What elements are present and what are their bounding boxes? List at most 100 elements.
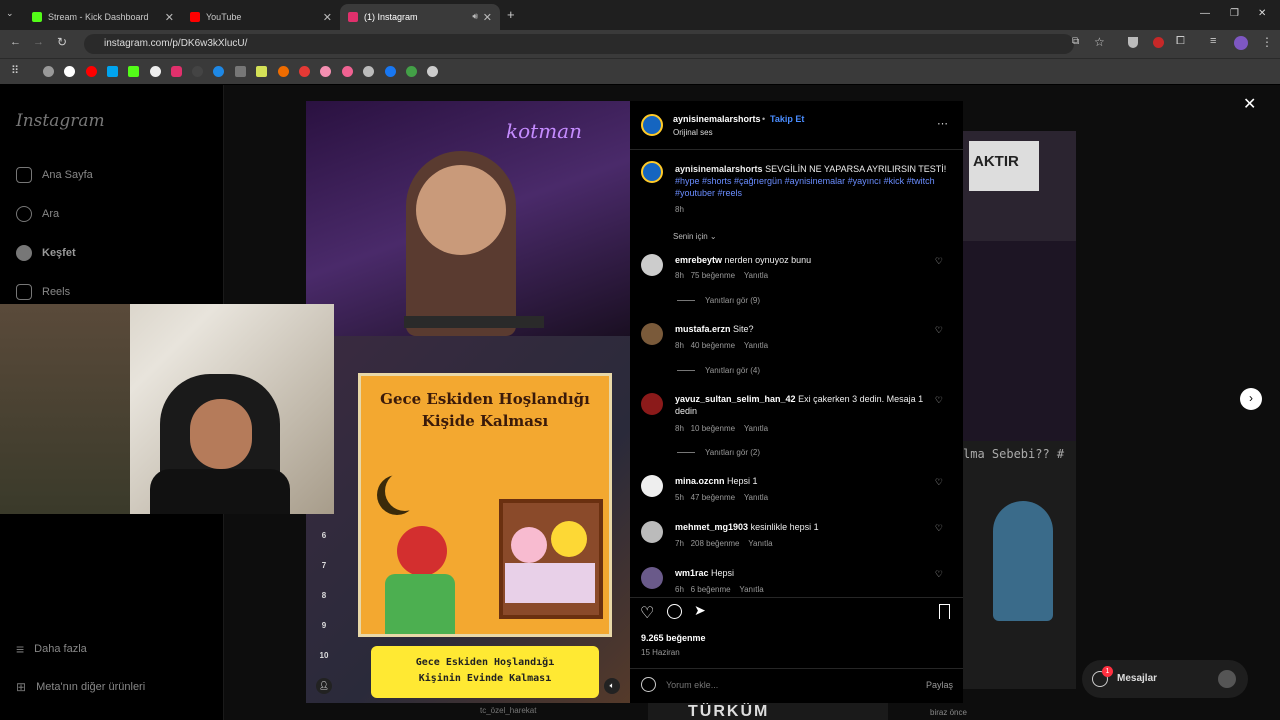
reply-button[interactable]: Yanıtla xyxy=(744,424,768,433)
new-tab-button[interactable]: + xyxy=(507,7,515,22)
shield-icon[interactable] xyxy=(1128,37,1138,48)
avatar[interactable] xyxy=(641,475,663,497)
avatar[interactable] xyxy=(641,161,663,183)
likes-count[interactable]: 9.265 beğenme xyxy=(641,633,706,643)
bookmark-icon[interactable] xyxy=(385,66,396,77)
avatar[interactable] xyxy=(641,114,663,136)
tab-kick[interactable]: Stream - Kick Dashboard ✕ xyxy=(24,4,182,30)
speaker-icon[interactable]: 🔊︎ xyxy=(472,11,478,22)
avatar[interactable] xyxy=(641,567,663,589)
heart-icon[interactable]: ♡ xyxy=(935,256,943,267)
install-icon[interactable]: ⧉ xyxy=(1072,36,1079,47)
emoji-icon[interactable] xyxy=(641,677,656,692)
comment-username[interactable]: yavuz_sultan_selim_han_42 xyxy=(675,394,796,404)
share-icon[interactable]: ➤ xyxy=(694,602,706,619)
back-icon[interactable]: ← xyxy=(10,36,21,48)
comment-username[interactable]: emrebeytw xyxy=(675,255,722,265)
close-icon[interactable]: ✕ xyxy=(165,11,174,24)
avatar[interactable] xyxy=(641,254,663,276)
follow-button[interactable]: Takip Et xyxy=(770,114,804,124)
comment-likes[interactable]: 6 beğenme xyxy=(691,585,731,594)
forward-icon[interactable]: → xyxy=(33,36,44,48)
post-media[interactable]: kotman Gece Eskiden Hoşlandığı Kişide Ka… xyxy=(306,101,630,703)
comment-username[interactable]: mehmet_mg1903 xyxy=(675,522,748,532)
reload-icon[interactable]: ↻ xyxy=(57,35,67,49)
save-bookmark-icon[interactable] xyxy=(939,604,950,619)
bookmark-icon[interactable] xyxy=(406,66,417,77)
bookmark-icon[interactable] xyxy=(64,66,75,77)
user-tag-icon[interactable]: 👤︎ xyxy=(316,678,332,694)
extension-red-icon[interactable] xyxy=(1153,37,1164,48)
comment-username[interactable]: mustafa.erzn xyxy=(675,324,731,334)
avatar[interactable] xyxy=(1234,36,1248,50)
comment-likes[interactable]: 75 beğenme xyxy=(691,271,735,280)
bookmark-icon[interactable] xyxy=(192,66,203,77)
bookmark-icon[interactable] xyxy=(427,66,438,77)
heart-icon[interactable]: ♡ xyxy=(935,395,943,406)
close-modal-icon[interactable]: ✕ xyxy=(1243,94,1256,114)
view-replies-button[interactable]: Yanıtları gör (2) xyxy=(677,448,760,457)
extensions-icon[interactable]: ⧠ xyxy=(1176,35,1185,48)
avatar[interactable] xyxy=(641,323,663,345)
comment-likes[interactable]: 47 beğenme xyxy=(691,493,735,502)
avatar[interactable] xyxy=(641,521,663,543)
sidebar-item-home[interactable]: Ana Sayfa xyxy=(16,167,93,183)
bookmark-star-icon[interactable]: ☆ xyxy=(1094,35,1105,49)
post-comment-button[interactable]: Paylaş xyxy=(926,680,953,690)
view-replies-button[interactable]: Yanıtları gör (9) xyxy=(677,296,760,305)
tab-youtube[interactable]: YouTube ✕ xyxy=(182,4,340,30)
bookmark-icon[interactable] xyxy=(299,66,310,77)
bookmark-icon[interactable] xyxy=(256,66,267,77)
bookmark-icon[interactable] xyxy=(235,66,246,77)
bookmark-icon[interactable] xyxy=(213,66,224,77)
comment-username[interactable]: wm1rac xyxy=(675,568,709,578)
sidebar-item-search[interactable]: Ara xyxy=(16,206,59,222)
bookmark-icon[interactable] xyxy=(320,66,331,77)
comment-username[interactable]: mina.ozcnn xyxy=(675,476,725,486)
tab-search-icon[interactable]: ≡ xyxy=(1210,35,1216,47)
reply-button[interactable]: Yanıtla xyxy=(739,585,763,594)
tab-list-icon[interactable]: ⌄ xyxy=(6,8,14,19)
bookmark-icon[interactable] xyxy=(363,66,374,77)
instagram-logo[interactable]: Instagram xyxy=(16,111,105,131)
close-icon[interactable]: ✕ xyxy=(483,11,492,24)
heart-icon[interactable]: ♡ xyxy=(935,523,943,534)
caption-hashtags[interactable]: #hype #shorts #çağrıergün #aynisinemalar… xyxy=(675,176,935,198)
post-username[interactable]: aynisinemalarshorts xyxy=(673,114,761,124)
comment-icon[interactable] xyxy=(667,604,682,619)
avatar[interactable] xyxy=(641,393,663,415)
sidebar-item-meta[interactable]: ⊞ Meta'nın diğer ürünleri xyxy=(16,680,145,694)
view-replies-button[interactable]: Yanıtları gör (4) xyxy=(677,366,760,375)
heart-icon[interactable]: ♡ xyxy=(935,477,943,488)
mute-icon[interactable]: 🔈︎ xyxy=(604,678,620,694)
reply-button[interactable]: Yanıtla xyxy=(744,271,768,280)
bookmark-icon[interactable] xyxy=(43,66,54,77)
like-icon[interactable]: ♡ xyxy=(640,603,654,623)
sidebar-item-explore[interactable]: Keşfet xyxy=(16,245,76,261)
close-icon[interactable]: ✕ xyxy=(323,11,332,24)
bookmark-icon[interactable] xyxy=(278,66,289,77)
comment-input[interactable] xyxy=(666,677,886,693)
sidebar-item-more[interactable]: ≡ Daha fazla xyxy=(16,641,87,657)
bookmark-icon[interactable] xyxy=(171,66,182,77)
minimize-icon[interactable]: — xyxy=(1200,8,1210,19)
reply-button[interactable]: Yanıtla xyxy=(744,341,768,350)
bookmark-icon[interactable] xyxy=(128,66,139,77)
audio-label[interactable]: Orijinal ses xyxy=(673,128,713,137)
comment-likes[interactable]: 208 beğenme xyxy=(691,539,740,548)
messages-button[interactable]: 1 Mesajlar xyxy=(1082,660,1248,698)
more-options-icon[interactable]: ⋯ xyxy=(937,117,948,130)
apps-icon[interactable]: ⠿ xyxy=(11,64,19,77)
tab-instagram[interactable]: (1) Instagram 🔊︎ ✕ xyxy=(340,4,500,30)
reply-button[interactable]: Yanıtla xyxy=(748,539,772,548)
bookmark-icon[interactable] xyxy=(342,66,353,77)
url-input[interactable]: instagram.com/p/DK6w3kXlucU/ xyxy=(84,34,1074,54)
heart-icon[interactable]: ♡ xyxy=(935,325,943,336)
comment-likes[interactable]: 10 beğenme xyxy=(691,424,735,433)
maximize-icon[interactable]: ❐ xyxy=(1230,8,1239,19)
caption-username[interactable]: aynisinemalarshorts xyxy=(675,164,763,174)
close-window-icon[interactable]: ✕ xyxy=(1258,8,1266,19)
comment-likes[interactable]: 40 beğenme xyxy=(691,341,735,350)
bookmark-icon[interactable] xyxy=(150,66,161,77)
reply-button[interactable]: Yanıtla xyxy=(744,493,768,502)
